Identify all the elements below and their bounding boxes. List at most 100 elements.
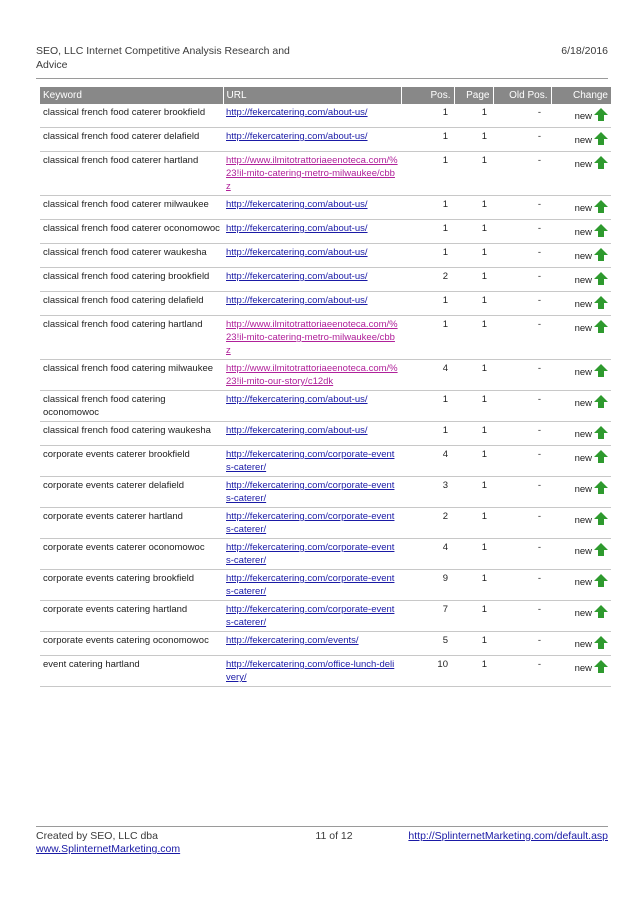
old-position-cell: - — [493, 507, 551, 539]
table-row: corporate events catering hartland http:/… — [40, 600, 611, 632]
old-position-cell: - — [493, 219, 551, 244]
keyword-cell: classical french food catering oconomowo… — [40, 390, 223, 422]
table-body: classical french food caterer brookfield… — [40, 104, 611, 687]
result-url-link[interactable]: http://fekercatering.com/about-us/ — [226, 295, 368, 306]
change-label: new — [574, 299, 592, 310]
green-up-arrow-icon — [594, 364, 608, 381]
change-cell: new — [551, 104, 611, 128]
old-position-cell: - — [493, 151, 551, 196]
change-cell: new — [551, 507, 611, 539]
result-url-link[interactable]: http://fekercatering.com/events/ — [226, 635, 359, 646]
page-cell: 1 — [454, 507, 493, 539]
result-url-link[interactable]: http://fekercatering.com/about-us/ — [226, 107, 368, 118]
result-url-link[interactable]: http://fekercatering.com/about-us/ — [226, 131, 368, 142]
result-url-link[interactable]: http://fekercatering.com/corporate-event… — [226, 542, 394, 566]
document-title: SEO, LLC Internet Competitive Analysis R… — [36, 45, 290, 71]
result-url-link[interactable]: http://fekercatering.com/about-us/ — [226, 247, 368, 258]
green-up-arrow-icon — [594, 481, 608, 498]
green-up-arrow-icon — [594, 272, 608, 289]
change-label: new — [574, 484, 592, 495]
page-cell: 1 — [454, 569, 493, 601]
table-row: classical french food catering milwaukee… — [40, 359, 611, 391]
footer-url-link[interactable]: http://SplinternetMarketing.com/default.… — [408, 830, 608, 843]
footer-credit: Created by SEO, LLC dba www.SplinternetM… — [36, 830, 180, 856]
green-up-arrow-icon — [594, 636, 608, 653]
green-up-arrow-icon — [594, 320, 608, 337]
change-cell: new — [551, 390, 611, 422]
position-cell: 1 — [401, 390, 454, 422]
page-cell: 1 — [454, 195, 493, 220]
page-cell: 1 — [454, 291, 493, 316]
result-url-link[interactable]: http://fekercatering.com/corporate-event… — [226, 573, 394, 597]
change-label: new — [574, 275, 592, 286]
change-label: new — [574, 203, 592, 214]
position-cell: 4 — [401, 538, 454, 570]
url-cell: http://www.ilmitotrattoriaeenoteca.com/%… — [223, 315, 401, 360]
old-position-cell: - — [493, 291, 551, 316]
url-cell: http://fekercatering.com/corporate-event… — [223, 538, 401, 570]
result-url-link[interactable]: http://fekercatering.com/about-us/ — [226, 271, 368, 282]
position-cell: 4 — [401, 359, 454, 391]
keyword-cell: classical french food caterer milwaukee — [40, 195, 223, 220]
position-cell: 10 — [401, 655, 454, 687]
position-cell: 2 — [401, 507, 454, 539]
result-url-link[interactable]: http://fekercatering.com/about-us/ — [226, 394, 368, 405]
green-up-arrow-icon — [594, 296, 608, 313]
position-cell: 7 — [401, 600, 454, 632]
result-url-link[interactable]: http://fekercatering.com/about-us/ — [226, 199, 368, 210]
position-cell: 1 — [401, 219, 454, 244]
result-url-link[interactable]: http://fekercatering.com/about-us/ — [226, 425, 368, 436]
green-up-arrow-icon — [594, 248, 608, 265]
table-row: corporate events caterer delafield http:/… — [40, 476, 611, 508]
green-up-arrow-icon — [594, 132, 608, 149]
column-header-page: Page — [453, 87, 493, 104]
position-cell: 1 — [401, 195, 454, 220]
table-row: classical french food caterer hartland ht… — [40, 151, 611, 196]
url-cell: http://fekercatering.com/about-us/ — [223, 104, 401, 128]
green-up-arrow-icon — [594, 426, 608, 443]
keyword-cell: classical french food catering delafield — [40, 291, 223, 316]
green-up-arrow-icon — [594, 660, 608, 677]
result-url-link[interactable]: http://fekercatering.com/corporate-event… — [226, 511, 394, 535]
position-cell: 5 — [401, 631, 454, 656]
old-position-cell: - — [493, 655, 551, 687]
result-url-link[interactable]: http://fekercatering.com/corporate-event… — [226, 449, 394, 473]
page-cell: 1 — [454, 476, 493, 508]
table-row: corporate events caterer oconomowoc http:… — [40, 538, 611, 570]
result-url-link[interactable]: http://www.ilmitotrattoriaeenoteca.com/%… — [226, 319, 398, 356]
table-row: classical french food catering oconomowo… — [40, 390, 611, 422]
footer-site-link[interactable]: www.SplinternetMarketing.com — [36, 843, 180, 856]
result-url-link[interactable]: http://fekercatering.com/corporate-event… — [226, 480, 394, 504]
position-cell: 3 — [401, 476, 454, 508]
footer-created-by: Created by SEO, LLC dba — [36, 830, 158, 842]
page-cell: 1 — [454, 267, 493, 292]
result-url-link[interactable]: http://www.ilmitotrattoriaeenoteca.com/%… — [226, 155, 398, 192]
old-position-cell: - — [493, 267, 551, 292]
table-row: classical french food catering brookfiel… — [40, 267, 611, 292]
page-footer: Created by SEO, LLC dba www.SplinternetM… — [36, 826, 608, 855]
url-cell: http://fekercatering.com/about-us/ — [223, 195, 401, 220]
result-url-link[interactable]: http://fekercatering.com/corporate-event… — [226, 604, 394, 628]
change-label: new — [574, 663, 592, 674]
change-label: new — [574, 429, 592, 440]
table-row: corporate events caterer hartland http://… — [40, 507, 611, 539]
change-label: new — [574, 398, 592, 409]
table-row: classical french food caterer waukesha ht… — [40, 243, 611, 268]
table-header-row: Keyword URL Pos. Page Old Pos. Change — [40, 87, 611, 104]
keyword-cell: corporate events catering oconomowoc — [40, 631, 223, 656]
page-cell: 1 — [454, 631, 493, 656]
position-cell: 1 — [401, 291, 454, 316]
change-label: new — [574, 546, 592, 557]
green-up-arrow-icon — [594, 224, 608, 241]
table-row: classical french food caterer delafield h… — [40, 127, 611, 152]
table-row: classical french food catering hartland h… — [40, 315, 611, 360]
result-url-link[interactable]: http://www.ilmitotrattoriaeenoteca.com/%… — [226, 363, 398, 387]
old-position-cell: - — [493, 104, 551, 128]
result-url-link[interactable]: http://fekercatering.com/office-lunch-de… — [226, 659, 394, 683]
green-up-arrow-icon — [594, 574, 608, 591]
result-url-link[interactable]: http://fekercatering.com/about-us/ — [226, 223, 368, 234]
green-up-arrow-icon — [594, 512, 608, 529]
change-cell: new — [551, 569, 611, 601]
change-cell: new — [551, 291, 611, 316]
change-label: new — [574, 135, 592, 146]
